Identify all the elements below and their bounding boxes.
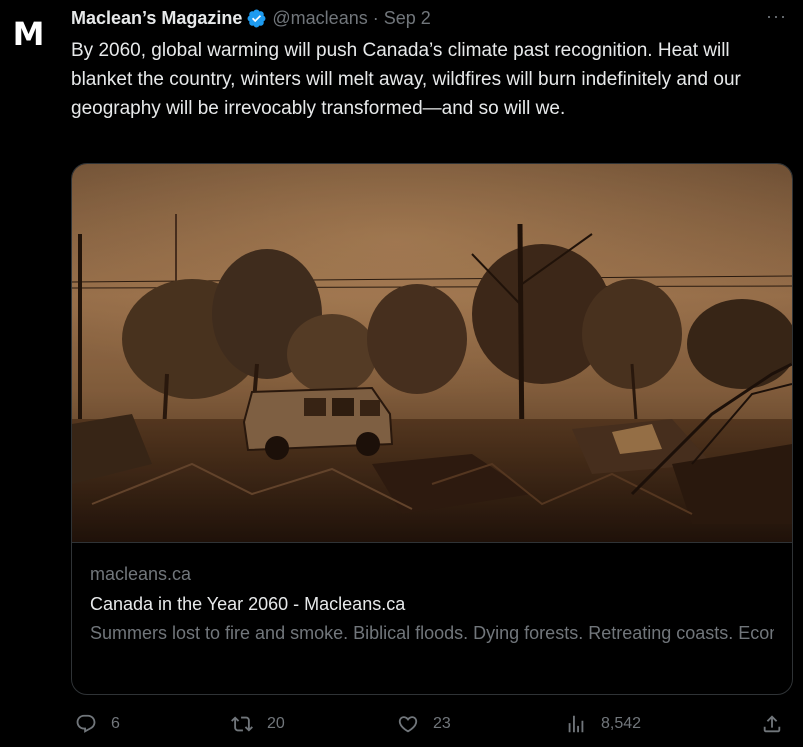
reply-icon <box>75 713 97 735</box>
action-bar: 6 20 23 8,542 <box>71 708 793 740</box>
separator-dot: · <box>372 7 379 28</box>
reply-button[interactable]: 6 <box>75 708 120 740</box>
verified-badge-icon[interactable] <box>246 8 267 29</box>
reply-count: 6 <box>111 715 120 732</box>
tweet-content: Maclean’s Magazine @macleans · Sep 2 ···… <box>71 6 793 123</box>
card-description: Summers lost to fire and smoke. Biblical… <box>90 623 774 643</box>
avatar[interactable]: M <box>10 15 46 53</box>
card-body: macleans.ca Canada in the Year 2060 - Ma… <box>72 542 792 694</box>
post-date[interactable]: Sep 2 <box>384 8 431 29</box>
like-count: 23 <box>433 715 451 732</box>
heart-icon <box>397 713 419 735</box>
card-title[interactable]: Canada in the Year 2060 - Macleans.ca <box>90 590 774 618</box>
tweet-header: Maclean’s Magazine @macleans · Sep 2 <box>71 6 793 30</box>
card-domain: macleans.ca <box>90 564 192 584</box>
retweet-count: 20 <box>267 715 285 732</box>
handle[interactable]: @macleans <box>272 8 367 29</box>
views-icon <box>565 713 587 735</box>
more-icon[interactable]: ··· <box>766 6 787 27</box>
views-count: 8,542 <box>601 715 642 732</box>
link-card[interactable]: macleans.ca Canada in the Year 2060 - Ma… <box>71 163 793 695</box>
card-image[interactable] <box>72 164 792 542</box>
retweet-icon <box>231 713 253 735</box>
like-button[interactable]: 23 <box>397 708 451 740</box>
views-button[interactable]: 8,542 <box>565 708 641 740</box>
share-icon <box>761 713 783 735</box>
tweet-text: By 2060, global warming will push Canada… <box>71 40 741 119</box>
retweet-button[interactable]: 20 <box>231 708 285 740</box>
share-button[interactable] <box>761 708 783 740</box>
display-name[interactable]: Maclean’s Magazine <box>71 8 242 29</box>
